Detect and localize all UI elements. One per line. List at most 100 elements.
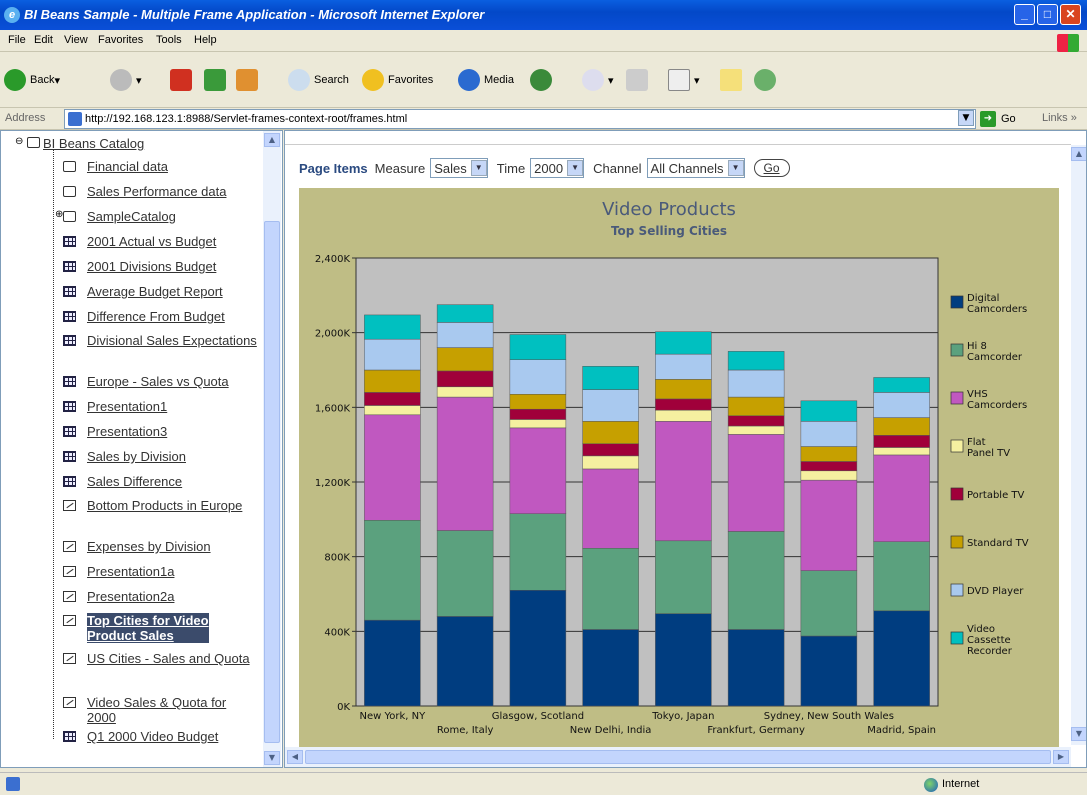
menu-view[interactable]: View: [64, 34, 88, 46]
legend-label: Panel TV: [967, 448, 1010, 459]
tree-item[interactable]: Q1 2000 Video Budget: [87, 729, 257, 744]
tree-item[interactable]: Bottom Products in Europe: [87, 498, 257, 513]
bar-segment: [800, 446, 858, 462]
messenger-button[interactable]: [754, 66, 780, 94]
page-status-icon: [6, 777, 20, 791]
time-select[interactable]: 2000 ▼: [530, 158, 585, 178]
tree-item[interactable]: US Cities - Sales and Quota: [87, 651, 257, 666]
tree-item[interactable]: Europe - Sales vs Quota: [87, 374, 257, 389]
tree-item[interactable]: Sales Difference: [87, 474, 257, 489]
discuss-button[interactable]: [720, 66, 746, 94]
folder-icon: [63, 211, 76, 222]
scroll-thumb[interactable]: [264, 221, 280, 743]
channel-select[interactable]: All Channels ▼: [646, 158, 745, 178]
tree-item[interactable]: Average Budget Report: [87, 284, 257, 299]
y-tick-label: 400K: [324, 627, 350, 638]
search-label: Search: [314, 74, 349, 86]
links-button[interactable]: Links »: [1042, 112, 1077, 124]
bar-segment: [582, 366, 639, 390]
bar-segment: [364, 392, 421, 406]
go-button[interactable]: ➜ Go: [980, 110, 1030, 128]
tree-item[interactable]: 2001 Divisions Budget: [87, 259, 257, 274]
graph-icon: [63, 500, 76, 511]
h-scroll-thumb[interactable]: [305, 750, 1051, 764]
tree-item[interactable]: Sales Performance data: [87, 184, 257, 199]
tree-item[interactable]: SampleCatalog: [87, 209, 257, 224]
maximize-button[interactable]: □: [1037, 4, 1058, 25]
menu-help[interactable]: Help: [194, 34, 217, 46]
zone-label: Internet: [942, 778, 980, 790]
favorites-button[interactable]: Favorites: [362, 66, 433, 94]
tree-item[interactable]: Presentation1a: [87, 564, 257, 579]
home-icon: [236, 69, 258, 91]
print-button[interactable]: [626, 66, 652, 94]
tree-item[interactable]: Presentation2a: [87, 589, 257, 604]
expand-icon[interactable]: ⊕: [55, 209, 63, 221]
bar-segment: [727, 415, 785, 427]
stop-button[interactable]: [170, 66, 196, 94]
edit-button[interactable]: ▾: [668, 66, 700, 94]
page-items-bar: Page Items Measure Sales ▼ Time 2000 ▼ Cha…: [299, 156, 790, 180]
refresh-button[interactable]: [204, 66, 230, 94]
search-button[interactable]: Search: [288, 66, 349, 94]
tree-item[interactable]: Presentation3: [87, 424, 257, 439]
menu-tools[interactable]: Tools: [156, 34, 182, 46]
address-dropdown-icon[interactable]: ▼: [958, 110, 974, 126]
address-input[interactable]: http://192.168.123.1:8988/Servlet-frames…: [64, 109, 976, 129]
menu-file[interactable]: File: [8, 34, 26, 46]
folder-icon: [63, 186, 76, 197]
collapse-icon[interactable]: ⊖: [15, 136, 23, 148]
bar-segment: [509, 408, 567, 420]
scroll-left-icon[interactable]: ◀: [287, 750, 303, 764]
bar-segment: [873, 377, 930, 393]
report-horizontal-scrollbar[interactable]: ◀ ▶: [285, 747, 1071, 767]
bar-segment: [655, 540, 712, 614]
x-tick-label: Tokyo, Japan: [651, 711, 714, 722]
chevron-down-icon: ▼: [470, 160, 487, 176]
table-icon: [63, 261, 76, 272]
bar-segment: [727, 425, 785, 435]
home-button[interactable]: [236, 66, 262, 94]
tree-item[interactable]: Divisional Sales Expectations: [87, 333, 257, 348]
menu-favorites[interactable]: Favorites: [98, 34, 143, 46]
scroll-right-icon[interactable]: ▶: [1053, 750, 1069, 764]
tree-item[interactable]: Financial data: [87, 159, 257, 174]
graph-icon: [63, 541, 76, 552]
tree-item[interactable]: Expenses by Division: [87, 539, 257, 554]
legend-label: Camcorder: [967, 352, 1023, 363]
go-arrow-icon: ➜: [980, 111, 996, 127]
mail-button[interactable]: ▾: [582, 66, 614, 94]
bar-segment: [509, 359, 567, 395]
catalog-scrollbar[interactable]: ▲ ▼: [263, 131, 281, 767]
y-tick-label: 2,000K: [315, 329, 351, 340]
tree-item[interactable]: 2001 Actual vs Budget: [87, 234, 257, 249]
back-button[interactable]: Back ▾: [4, 66, 60, 94]
bar-segment: [436, 386, 494, 398]
tree-item[interactable]: Video Sales & Quota for 2000: [87, 695, 257, 725]
bar-segment: [800, 421, 858, 447]
forward-button[interactable]: ▾: [110, 66, 142, 94]
history-button[interactable]: [530, 66, 556, 94]
tree-item[interactable]: Difference From Budget: [87, 309, 257, 324]
scroll-up-icon[interactable]: ▲: [1071, 147, 1086, 161]
report-vertical-scrollbar[interactable]: ▲ ▼: [1071, 145, 1086, 745]
menu-edit[interactable]: Edit: [34, 34, 53, 46]
bar-segment: [582, 548, 639, 630]
tree-item[interactable]: Presentation1: [87, 399, 257, 414]
measure-select[interactable]: Sales ▼: [430, 158, 488, 178]
scroll-up-icon[interactable]: ▲: [264, 133, 280, 147]
report-frame: Page Items Measure Sales ▼ Time 2000 ▼ Cha…: [284, 130, 1087, 768]
bar-segment: [582, 421, 639, 444]
scroll-down-icon[interactable]: ▼: [1071, 727, 1086, 741]
bar-segment: [655, 398, 712, 411]
close-button[interactable]: ✕: [1060, 4, 1081, 25]
tree-item[interactable]: Top Cities for Video Product Sales: [87, 613, 209, 643]
scroll-down-icon[interactable]: ▼: [264, 751, 280, 765]
minimize-button[interactable]: _: [1014, 4, 1035, 25]
page-items-go-button[interactable]: Go: [753, 159, 790, 177]
media-button[interactable]: Media: [458, 66, 514, 94]
bar-segment: [800, 470, 858, 481]
bar-segment: [509, 513, 567, 591]
tree-item[interactable]: Sales by Division: [87, 449, 257, 464]
tree-root[interactable]: BI Beans Catalog: [43, 136, 144, 151]
